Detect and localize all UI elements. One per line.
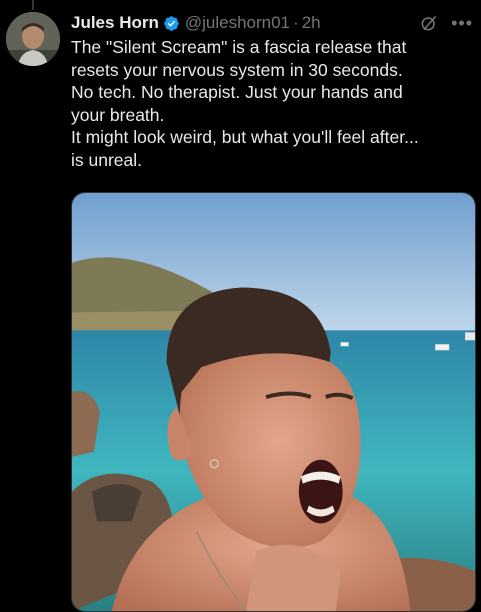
post-timestamp[interactable]: 2h [302, 13, 321, 33]
post-header: Jules Horn @juleshorn01 · 2h ••• [71, 11, 473, 35]
avatar[interactable] [6, 12, 60, 66]
avatar-photo [6, 12, 60, 66]
post-media-image[interactable] [71, 192, 476, 612]
more-options-icon[interactable]: ••• [451, 14, 473, 32]
grok-icon[interactable] [419, 13, 439, 33]
post-text-line: is unreal. [71, 149, 143, 170]
post-text-line: resets your nervous system in 30 seconds… [71, 59, 403, 80]
post-text-line: your breath. [71, 104, 165, 125]
verified-badge-icon[interactable] [163, 15, 180, 32]
thread-connector-line [32, 0, 34, 10]
post-text-line: It might look weird, but what you'll fee… [71, 127, 419, 147]
author-handle[interactable]: @juleshorn01 [185, 13, 290, 33]
header-actions: ••• [419, 11, 473, 35]
post-text: The "Silent Scream" is a fascia release … [71, 36, 471, 171]
photo-man-screaming-by-sea [72, 193, 475, 611]
post-text-line: No tech. No therapist. Just your hands a… [71, 82, 403, 102]
author-name[interactable]: Jules Horn [71, 13, 159, 33]
separator-dot: · [293, 13, 299, 32]
post-text-line: The "Silent Scream" is a fascia release … [71, 37, 407, 57]
